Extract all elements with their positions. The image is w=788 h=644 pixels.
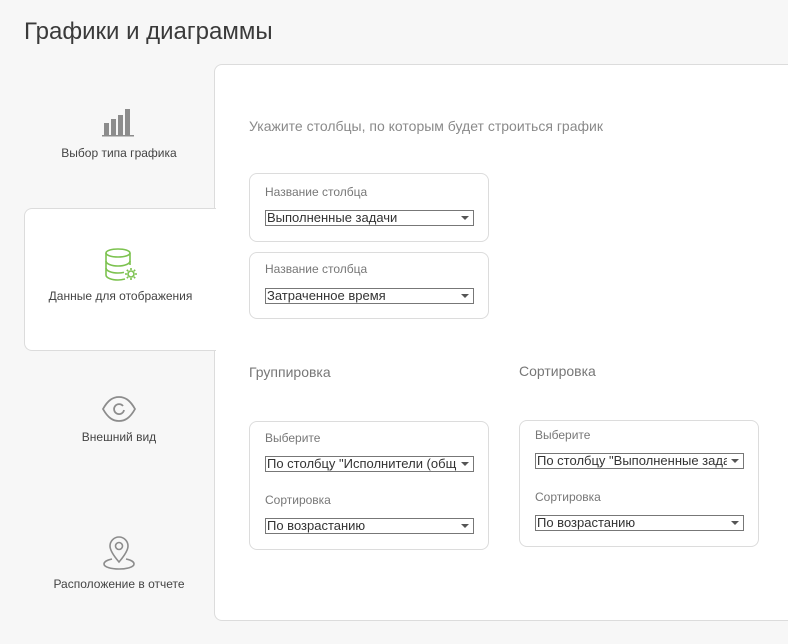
sorting-title: Сортировка [519,363,596,379]
step-label: Расположение в отчете [53,577,185,591]
field-label: Выберите [535,428,591,442]
eye-icon [101,396,137,422]
grouping-title: Группировка [249,364,331,380]
chevron-down-icon [731,521,739,525]
active-step-connector [214,209,216,350]
step-chart-type[interactable]: Выбор типа графика [24,66,214,209]
field-label: Название столбца [265,262,368,276]
chevron-down-icon [461,294,469,298]
chevron-down-icon [461,216,469,220]
select-value: По столбцу "Исполнители (общ [267,457,457,471]
column-select[interactable]: Затраченное время [265,288,474,304]
grouping-sort-select[interactable]: По возрастанию [265,518,474,534]
select-value: Затраченное время [267,289,386,303]
chevron-down-icon [461,524,469,528]
step-appearance[interactable]: Внешний вид [24,352,214,495]
sorting-card: Выберите По столбцу "Выполненные зада Со… [519,420,759,547]
database-settings-icon [104,248,137,281]
location-pin-icon [103,536,135,570]
step-label: Выбор типа графика [61,146,177,160]
select-value: По возрастанию [537,516,636,530]
intro-text: Укажите столбцы, по которым будет строит… [249,118,603,134]
bar-chart-icon [102,109,134,137]
step-position[interactable]: Расположение в отчете [24,496,214,639]
select-value: По столбцу "Выполненные зада [537,454,727,468]
step-label: Данные для отображения [48,289,193,303]
grouping-select[interactable]: По столбцу "Исполнители (общ [265,456,474,472]
field-label: Сортировка [265,493,331,507]
chevron-down-icon [731,459,739,463]
sorting-select[interactable]: По столбцу "Выполненные зада [535,453,744,469]
step-data[interactable]: Данные для отображения [24,208,216,351]
column-card: Название столбца Затраченное время [249,252,489,319]
field-label: Название столбца [265,185,368,199]
select-value: По возрастанию [267,519,366,533]
sorting-sort-select[interactable]: По возрастанию [535,515,744,531]
field-label: Сортировка [535,490,601,504]
column-card: Название столбца Выполненные задачи [249,173,489,242]
select-value: Выполненные задачи [267,211,398,225]
column-select[interactable]: Выполненные задачи [265,210,474,226]
field-label: Выберите [265,431,321,445]
chevron-down-icon [461,462,469,466]
grouping-card: Выберите По столбцу "Исполнители (общ Со… [249,421,489,550]
page-title: Графики и диаграммы [24,18,273,45]
step-label: Внешний вид [81,430,157,444]
